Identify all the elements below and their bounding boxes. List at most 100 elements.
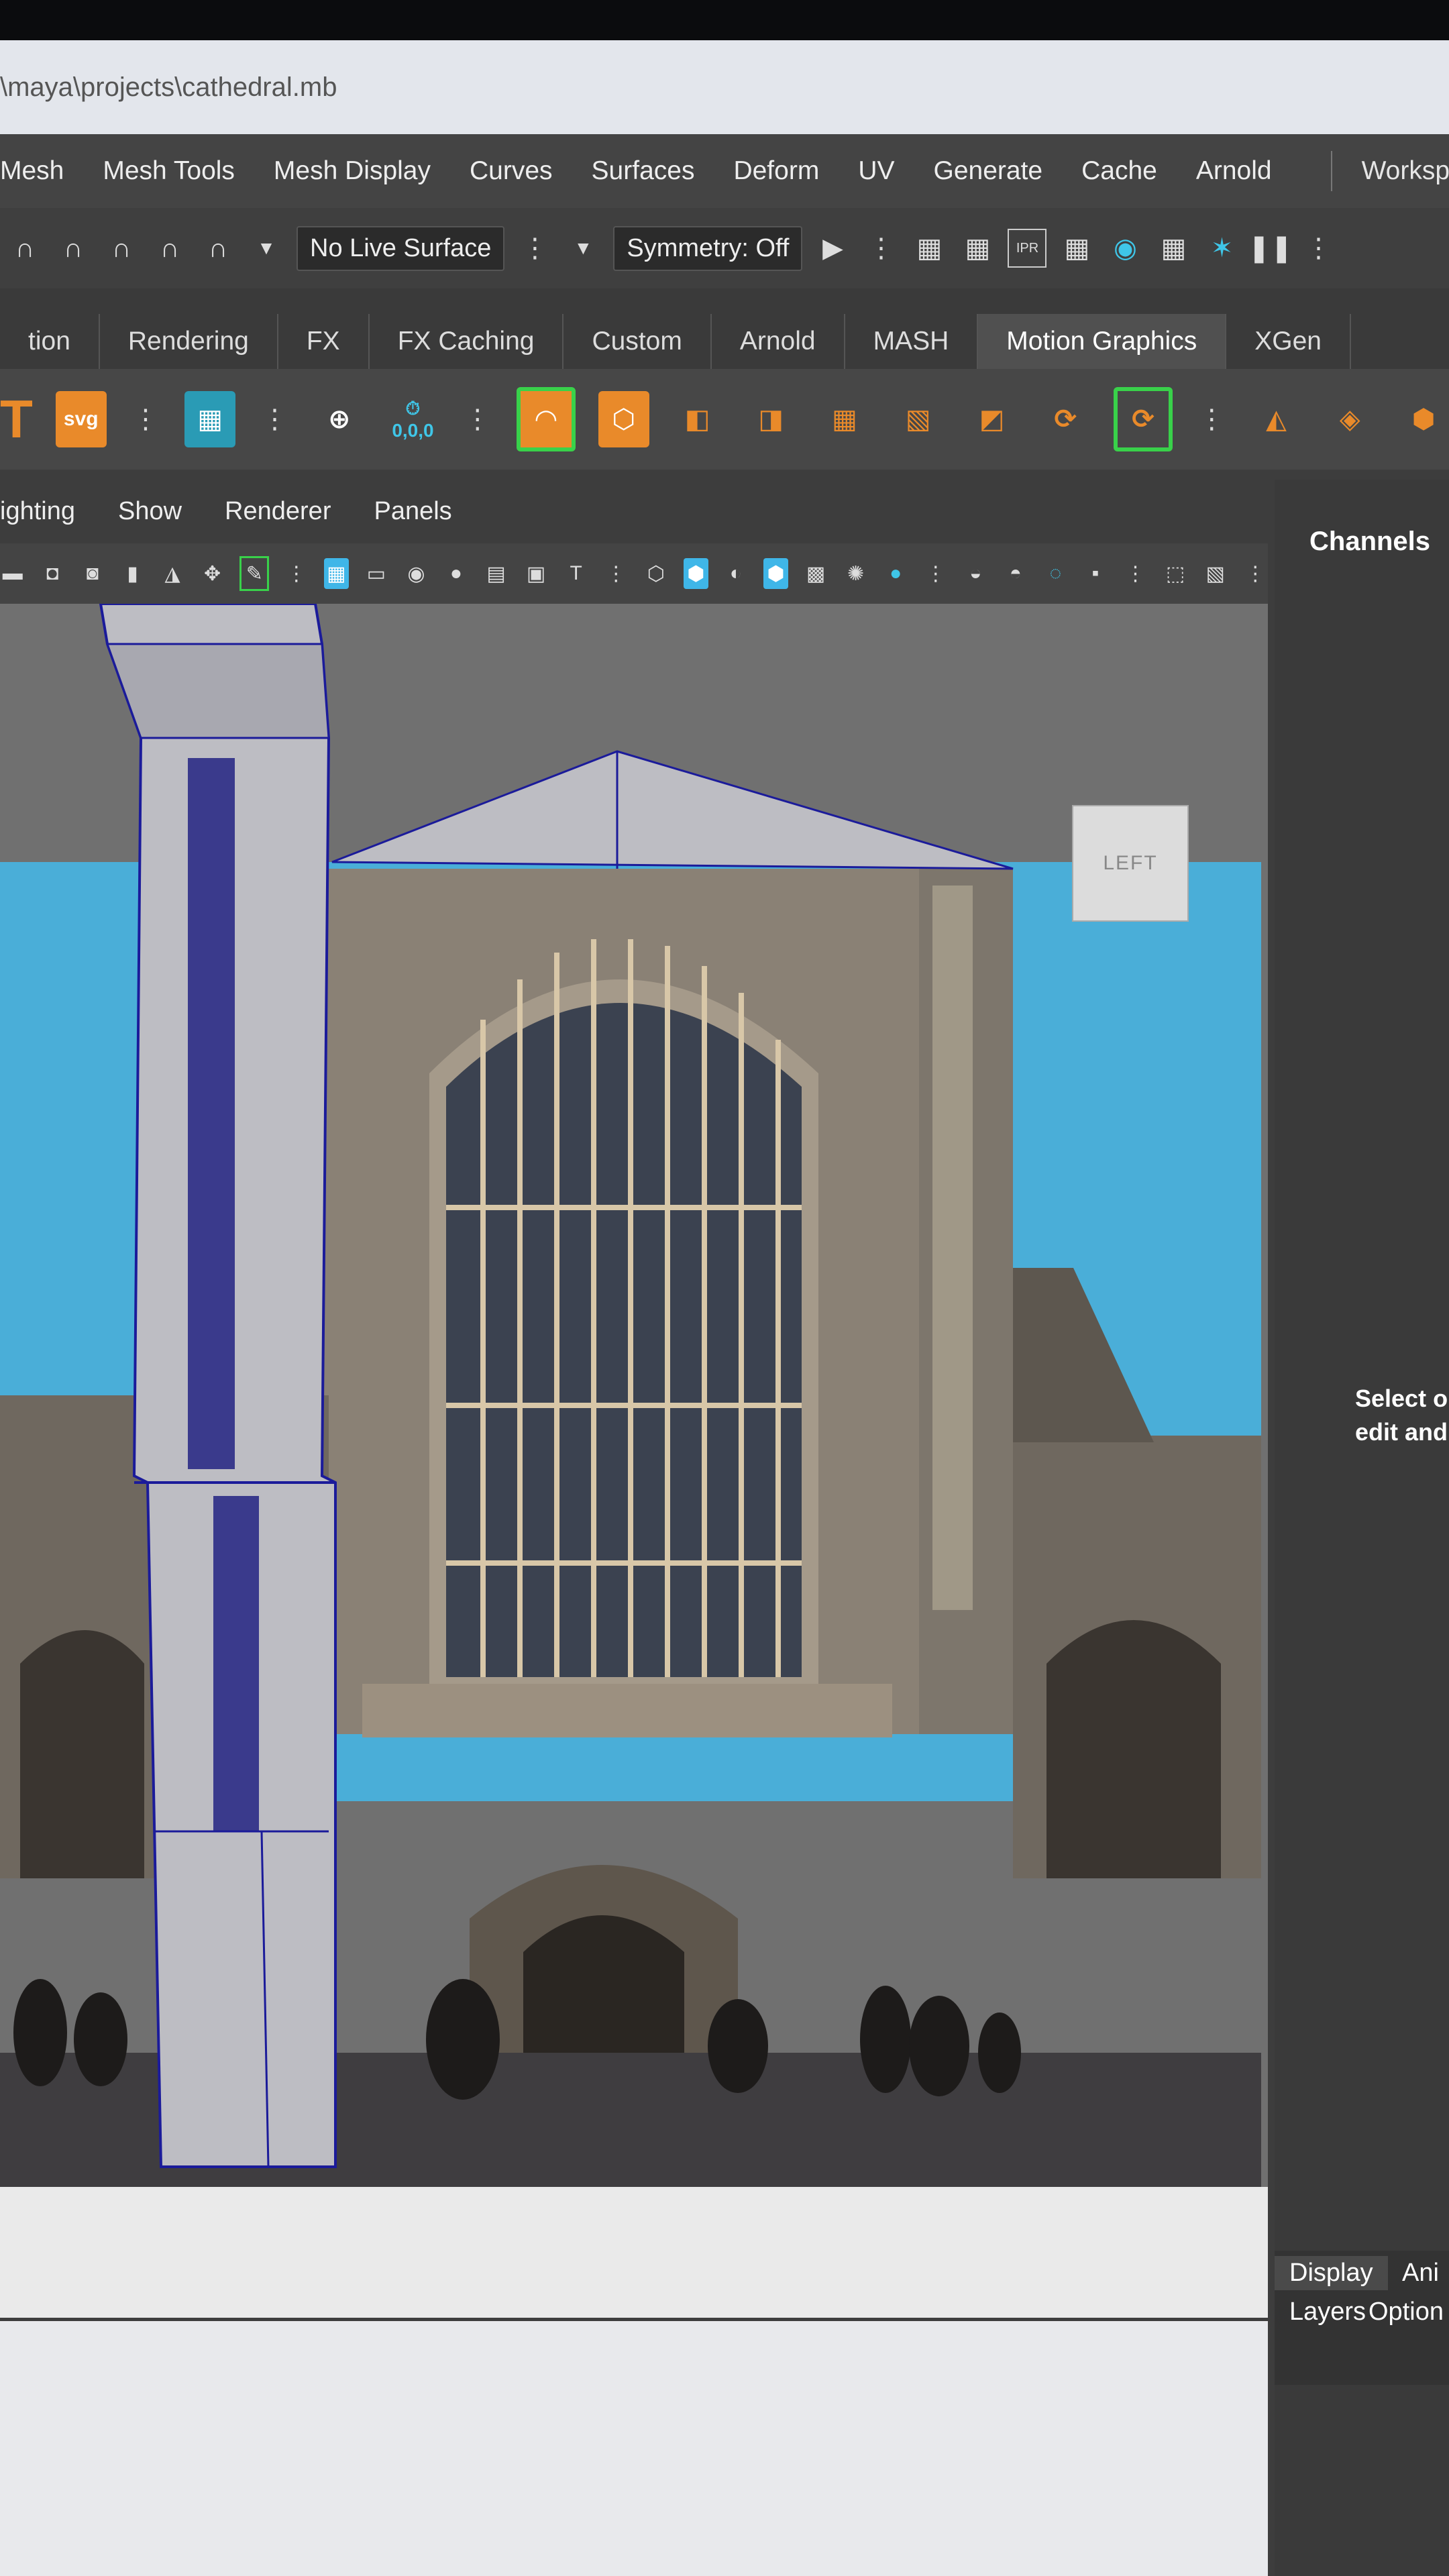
safe-action-icon[interactable]: ▣ [523,558,549,589]
split-faces-icon[interactable]: ◧ [672,391,723,447]
mirror-icon[interactable]: ◨ [745,391,796,447]
menu-arnold[interactable]: Arnold [1196,156,1272,186]
mash-network-icon[interactable]: ▦ [184,391,236,447]
curve-warp-icon[interactable]: ⊕ [314,391,365,447]
panel-menu-show[interactable]: Show [118,497,182,526]
panel-menu-renderer[interactable]: Renderer [225,497,331,526]
channel-box-title[interactable]: Channels [1309,527,1430,557]
camera-attr-icon[interactable]: ◙ [80,558,105,589]
screen-space-ao-icon[interactable]: ◒ [963,558,989,589]
live-surface-field[interactable]: No Live Surface [297,225,505,271]
workspace-selector[interactable]: Workspace: [1311,151,1449,191]
shelf-toolbar: T svg ⋮ ▦ ⋮ ⊕ ⏱ 0,0,0 ⋮ ◠ ⬡ ◧ ◨ ▦ ▧ ◩ ⟳ … [0,369,1449,470]
bookmark-icon[interactable]: ▮ [120,558,146,589]
stack-icon[interactable]: ◈ [1324,391,1375,447]
shelf-tab-rendering[interactable]: Rendering [100,314,278,369]
gate-mask-icon[interactable]: ● [443,558,469,589]
render-setup-icon[interactable]: ▦ [1155,230,1191,266]
film-gate-icon[interactable]: ▭ [364,558,389,589]
wireframe-icon[interactable]: ⬡ [643,558,669,589]
cluster-icon[interactable]: ◩ [967,391,1018,447]
menu-options[interactable]: Option [1368,2298,1444,2326]
viewport-scene[interactable]: LEFT [0,604,1268,2318]
symmetry-dropdown-icon[interactable]: ▼ [565,230,601,266]
shelf-tab-motion-graphics[interactable]: Motion Graphics [978,314,1227,369]
grease-pencil-icon[interactable]: ✎ [239,556,269,591]
tab-display[interactable]: Display [1275,2256,1388,2290]
wireframe-on-shaded-icon[interactable]: ⬢ [763,558,789,589]
shadows-icon[interactable]: ● [883,558,908,589]
pause-icon[interactable]: ❚❚ [1248,230,1293,266]
buttress-ladder [932,885,973,1610]
symmetry-field[interactable]: Symmetry: Off [613,225,803,271]
ipr-render-icon[interactable]: IPR [1008,229,1047,268]
2d-pan-zoom-icon[interactable]: ✥ [200,558,225,589]
menu-curves[interactable]: Curves [470,156,553,186]
menu-surfaces[interactable]: Surfaces [592,156,695,186]
menu-mesh[interactable]: Mesh [0,156,64,186]
bend-deformer-icon[interactable]: ◠ [517,387,576,451]
bracket-refresh-icon[interactable]: ⟳ [1114,387,1173,451]
viewport-panel: ighting Show Renderer Panels ▬ ◘ ◙ ▮ ◮ ✥… [0,480,1268,2318]
tab-anim[interactable]: Ani [1402,2259,1439,2288]
textured-icon[interactable]: ▩ [803,558,828,589]
shelf-tab-custom[interactable]: Custom [564,314,712,369]
menu-deform[interactable]: Deform [733,156,819,186]
camera-icon[interactable]: ▬ [0,558,25,589]
shelf-tab-xgen[interactable]: XGen [1226,314,1351,369]
default-material-icon[interactable]: ◐ [723,558,749,589]
menu-layers[interactable]: Layers [1275,2298,1366,2326]
menu-mesh-tools[interactable]: Mesh Tools [103,156,235,186]
motion-blur-icon[interactable]: ◓ [1003,558,1028,589]
menu-mesh-display[interactable]: Mesh Display [274,156,431,186]
reset-transform-button[interactable]: ⏱ 0,0,0 [388,391,439,447]
panel-menu-lighting[interactable]: ighting [0,497,75,526]
channel-box-hint: Select o edit and [1355,1382,1448,1449]
magnet-snap-surface-icon[interactable]: ∩ [200,230,236,266]
grid-icon[interactable]: ▦ [323,558,350,589]
resolution-gate-icon[interactable]: ◉ [404,558,429,589]
shelf-tab-arnold[interactable]: Arnold [712,314,845,369]
render-settings-icon[interactable]: ▦ [1059,230,1095,266]
panel-menu-panels[interactable]: Panels [374,497,451,526]
menu-uv[interactable]: UV [858,156,894,186]
magnet-snap-view-icon[interactable]: ∩ [152,230,188,266]
twist-deformer-icon[interactable]: ⬡ [598,391,649,447]
separator-icon: ⋮ [867,233,895,263]
chevron-down-icon[interactable]: ▼ [248,230,284,266]
grid-distribute-icon[interactable]: ▦ [819,391,870,447]
render-view-icon[interactable]: ▦ [911,230,947,266]
render-current-frame-icon[interactable]: ▦ [959,230,996,266]
cube-icon[interactable]: ⬢ [1398,391,1449,447]
main-menubar: Mesh Mesh Tools Mesh Display Curves Surf… [0,134,1449,208]
shelf-tab-fx-caching[interactable]: FX Caching [370,314,564,369]
shelf-tab-animation[interactable]: tion [0,314,100,369]
magnet-snap-grid-icon[interactable]: ∩ [7,230,43,266]
type-tool-button[interactable]: T [0,389,33,449]
svg-tool-button[interactable]: svg [55,391,107,447]
use-all-lights-icon[interactable]: ✺ [843,558,869,589]
smooth-shade-icon[interactable]: ⬢ [683,558,709,589]
shelf-tab-mash[interactable]: MASH [845,314,979,369]
xray-icon[interactable]: ▧ [1203,558,1228,589]
field-chart-icon[interactable]: ▤ [484,558,509,589]
shelf-tab-fx[interactable]: FX [278,314,370,369]
anti-aliasing-icon[interactable]: ◌ [1043,558,1069,589]
isolate-select-icon[interactable]: ⬚ [1163,558,1188,589]
hypershade-icon[interactable]: ◉ [1107,230,1143,266]
safe-title-icon[interactable]: T [564,558,589,589]
camera-lock-icon[interactable]: ◘ [40,558,66,589]
extrude-icon[interactable]: ◭ [1251,391,1302,447]
view-cube[interactable]: LEFT [1072,805,1189,922]
collapse-arrow-icon[interactable]: ▶ [814,230,851,266]
magnet-snap-curve-icon[interactable]: ∩ [55,230,91,266]
menu-generate[interactable]: Generate [934,156,1043,186]
menu-cache[interactable]: Cache [1081,156,1157,186]
refresh-cube-icon[interactable]: ⟳ [1040,391,1091,447]
light-editor-icon[interactable]: ✶ [1203,230,1240,266]
magnet-snap-point-icon[interactable]: ∩ [103,230,140,266]
image-plane-icon[interactable]: ◮ [160,558,185,589]
separator-icon: ⋮ [1305,233,1332,263]
depth-of-field-icon[interactable]: ▪ [1083,558,1108,589]
checker-distribute-icon[interactable]: ▧ [893,391,944,447]
